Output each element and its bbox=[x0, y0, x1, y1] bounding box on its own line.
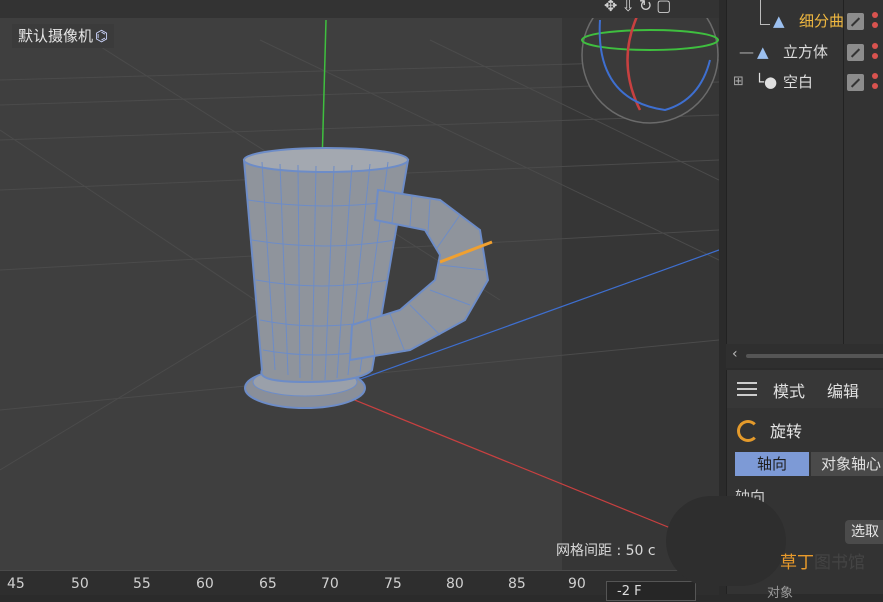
timeline-tick: 45 bbox=[7, 576, 25, 592]
watermark-accent: 草丁 bbox=[780, 553, 814, 573]
timeline-tick: 80 bbox=[446, 576, 464, 592]
zoom-view-icon[interactable]: ⇩ bbox=[621, 0, 638, 15]
viewport-canvas[interactable] bbox=[0, 0, 719, 570]
menu-mode[interactable]: 模式 bbox=[773, 378, 805, 402]
object-row-subdivision[interactable]: ▲ 细分曲 bbox=[727, 7, 883, 35]
floating-overlay bbox=[666, 496, 786, 586]
visibility-toggle[interactable] bbox=[847, 13, 864, 30]
object-name[interactable]: 空白 bbox=[783, 68, 813, 96]
object-row-cube[interactable]: — ▲ 立方体 bbox=[727, 38, 883, 66]
y-axis-line bbox=[321, 19, 327, 166]
menu-icon[interactable] bbox=[737, 382, 757, 396]
timeline-tick: 60 bbox=[196, 576, 214, 592]
timeline-tick: 85 bbox=[508, 576, 526, 592]
camera-menu[interactable]: 默认摄像机 ⌬ bbox=[12, 24, 115, 48]
menu-edit[interactable]: 编辑 bbox=[827, 378, 859, 402]
tab-axis[interactable]: 轴向 bbox=[735, 452, 809, 476]
object-manager[interactable]: ▲ 细分曲 — ▲ 立方体 ⊞ └● 空白 bbox=[726, 0, 883, 344]
timeline-tick: 90 bbox=[568, 576, 586, 592]
maximize-view-icon[interactable]: ▢ bbox=[656, 0, 675, 15]
object-row-null[interactable]: ⊞ └● 空白 bbox=[727, 68, 883, 96]
select-button[interactable]: 选取 bbox=[845, 520, 883, 544]
mug-model[interactable] bbox=[242, 147, 493, 409]
rotate-icon bbox=[737, 420, 759, 442]
attribute-field-label: 对象 bbox=[767, 586, 794, 601]
orientation-gizmo[interactable] bbox=[581, 0, 719, 124]
move-view-icon[interactable]: ✥ bbox=[604, 0, 621, 15]
render-dot[interactable] bbox=[872, 43, 878, 49]
3d-viewport[interactable]: ✥⇩↻▢ 默认摄像机 ⌬ 网格间距 : 50 c bbox=[0, 0, 719, 570]
object-name[interactable]: 立方体 bbox=[783, 38, 828, 66]
object-manager-scrollbar[interactable]: ‹ bbox=[726, 344, 883, 368]
visibility-toggle[interactable] bbox=[847, 44, 864, 61]
timeline-tick: 65 bbox=[259, 576, 277, 592]
timeline-tick: 55 bbox=[133, 576, 151, 592]
current-frame-field[interactable]: -2 F bbox=[606, 581, 696, 601]
watermark: 草丁图书馆 bbox=[780, 548, 865, 573]
editor-dot[interactable] bbox=[872, 22, 878, 28]
timeline-tick: 75 bbox=[384, 576, 402, 592]
scroll-left-icon[interactable]: ‹ bbox=[732, 346, 738, 362]
scroll-thumb[interactable] bbox=[746, 354, 883, 358]
cube-icon: ▲ bbox=[757, 43, 769, 61]
attribute-menu-bar: 模式 编辑 bbox=[727, 370, 883, 408]
tree-branch-icon: — bbox=[739, 43, 754, 61]
video-camera-icon: ⌬ bbox=[95, 27, 109, 45]
timeline-tick: 70 bbox=[321, 576, 339, 592]
camera-label: 默认摄像机 bbox=[18, 27, 94, 45]
grid-spacing-readout: 网格间距 : 50 c bbox=[556, 543, 656, 559]
tool-name: 旋转 bbox=[770, 422, 803, 441]
editor-dot[interactable] bbox=[872, 53, 878, 59]
tab-object-axis[interactable]: 对象轴心 bbox=[811, 452, 883, 476]
null-object-icon: └● bbox=[755, 73, 778, 91]
expand-plus-icon[interactable]: ⊞ bbox=[733, 68, 744, 96]
visibility-toggle[interactable] bbox=[847, 74, 864, 91]
editor-dot[interactable] bbox=[872, 83, 878, 89]
subdivision-icon: ▲ bbox=[773, 12, 785, 30]
rotate-view-icon[interactable]: ↻ bbox=[639, 0, 656, 15]
viewport-nav-icons[interactable]: ✥⇩↻▢ bbox=[604, 0, 675, 15]
object-name[interactable]: 细分曲 bbox=[799, 7, 844, 35]
render-dot[interactable] bbox=[872, 12, 878, 18]
active-tool-header: 旋转 bbox=[727, 414, 883, 444]
watermark-rest: 图书馆 bbox=[814, 553, 865, 573]
render-dot[interactable] bbox=[872, 73, 878, 79]
timeline-tick: 50 bbox=[71, 576, 89, 592]
